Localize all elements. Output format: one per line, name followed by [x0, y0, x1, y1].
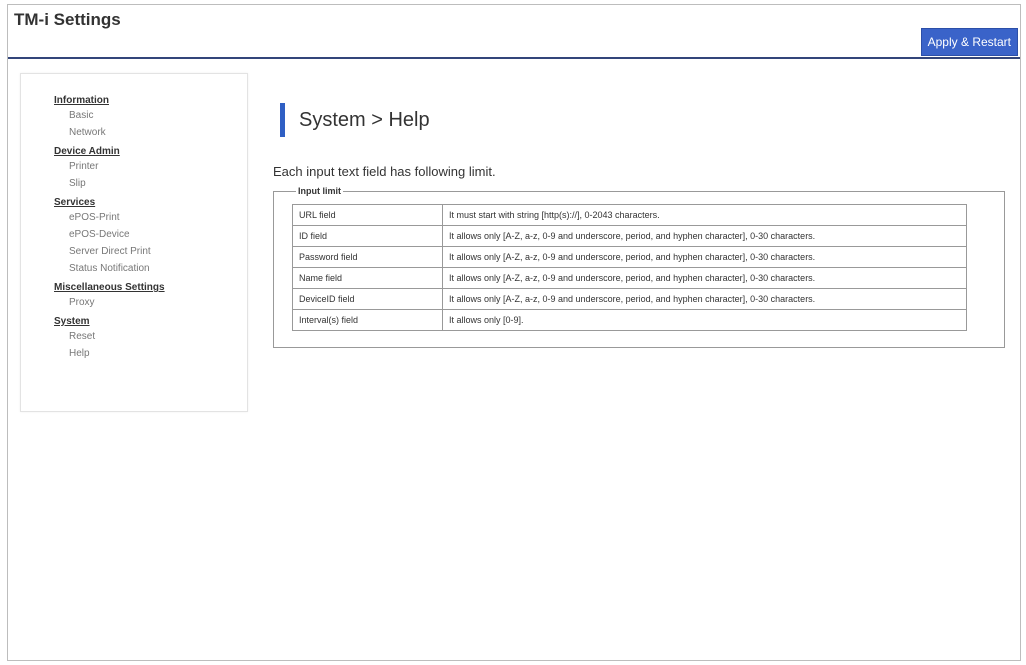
- nav-section-device-admin: Device Admin Printer Slip: [54, 145, 165, 192]
- field-name-cell: Password field: [292, 246, 443, 268]
- nav-section-system: System Reset Help: [54, 315, 165, 362]
- limit-cell: It allows only [A-Z, a-z, 0-9 and unders…: [442, 267, 967, 289]
- sidebar: Information Basic Network Device Admin P…: [20, 73, 248, 412]
- app-window: TM-i Settings Apply & Restart Informatio…: [7, 4, 1021, 661]
- nav-heading-services: Services: [54, 197, 96, 208]
- app-title: TM-i Settings: [14, 10, 121, 29]
- nav-section-services: Services ePOS-Print ePOS-Device Server D…: [54, 196, 165, 277]
- nav-heading-device-admin: Device Admin: [54, 146, 120, 157]
- apply-restart-button[interactable]: Apply & Restart: [920, 28, 1018, 56]
- input-limit-table: URL field It must start with string [htt…: [292, 204, 967, 331]
- sidebar-item-reset[interactable]: Reset: [54, 328, 165, 345]
- page-title-block: System > Help: [266, 103, 1006, 137]
- limit-cell: It allows only [A-Z, a-z, 0-9 and unders…: [442, 288, 967, 310]
- sidebar-item-help[interactable]: Help: [54, 345, 165, 362]
- sidebar-item-basic[interactable]: Basic: [54, 107, 165, 124]
- page-description: Each input text field has following limi…: [273, 164, 496, 179]
- fieldset-legend: Input limit: [298, 186, 341, 196]
- table-row: Password field It allows only [A-Z, a-z,…: [292, 246, 967, 268]
- header: TM-i Settings Apply & Restart: [8, 5, 1020, 59]
- field-name-cell: URL field: [292, 204, 443, 226]
- table-row: ID field It allows only [A-Z, a-z, 0-9 a…: [292, 225, 967, 247]
- page-title: System > Help: [299, 108, 430, 131]
- table-row: URL field It must start with string [htt…: [292, 204, 967, 226]
- sidebar-item-status-notification[interactable]: Status Notification: [54, 260, 165, 277]
- sidebar-item-server-direct-print[interactable]: Server Direct Print: [54, 243, 165, 260]
- sidebar-item-epos-device[interactable]: ePOS-Device: [54, 226, 165, 243]
- sidebar-item-proxy[interactable]: Proxy: [54, 294, 165, 311]
- title-accent-bar: [280, 103, 285, 137]
- nav-section-information: Information Basic Network: [54, 94, 165, 141]
- nav-heading-system: System: [54, 316, 90, 327]
- table-row: Interval(s) field It allows only [0-9].: [292, 309, 967, 331]
- field-name-cell: Interval(s) field: [292, 309, 443, 331]
- main-content: System > Help Each input text field has …: [266, 103, 1006, 348]
- input-limit-fieldset: Input limit URL field It must start with…: [273, 186, 1005, 348]
- nav-heading-miscellaneous: Miscellaneous Settings: [54, 282, 165, 293]
- sidebar-item-network[interactable]: Network: [54, 124, 165, 141]
- field-name-cell: Name field: [292, 267, 443, 289]
- sidebar-item-printer[interactable]: Printer: [54, 158, 165, 175]
- field-name-cell: DeviceID field: [292, 288, 443, 310]
- nav-section-miscellaneous: Miscellaneous Settings Proxy: [54, 281, 165, 311]
- field-name-cell: ID field: [292, 225, 443, 247]
- sidebar-nav: Information Basic Network Device Admin P…: [54, 94, 165, 366]
- limit-cell: It must start with string [http(s)://], …: [442, 204, 967, 226]
- sidebar-item-slip[interactable]: Slip: [54, 175, 165, 192]
- limit-cell: It allows only [A-Z, a-z, 0-9 and unders…: [442, 225, 967, 247]
- limit-cell: It allows only [0-9].: [442, 309, 967, 331]
- nav-heading-information: Information: [54, 95, 109, 106]
- table-row: DeviceID field It allows only [A-Z, a-z,…: [292, 288, 967, 310]
- sidebar-item-epos-print[interactable]: ePOS-Print: [54, 209, 165, 226]
- limit-cell: It allows only [A-Z, a-z, 0-9 and unders…: [442, 246, 967, 268]
- table-row: Name field It allows only [A-Z, a-z, 0-9…: [292, 267, 967, 289]
